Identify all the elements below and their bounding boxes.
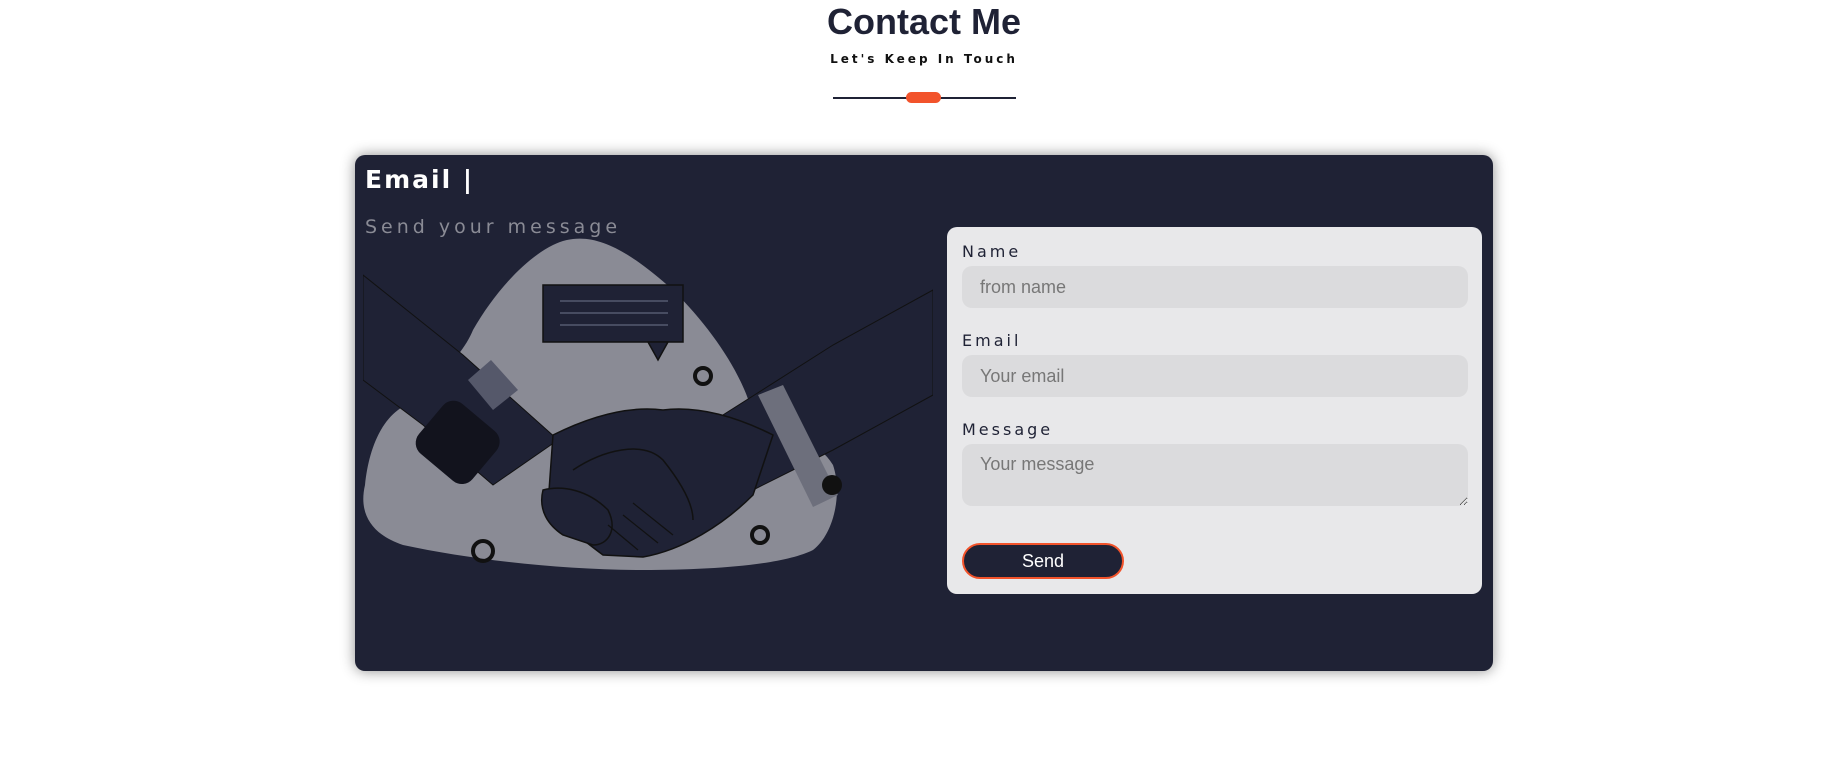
message-field[interactable]: [962, 444, 1468, 506]
send-button[interactable]: Send: [962, 543, 1124, 579]
card-title: Email |: [365, 165, 474, 194]
name-label: Name: [962, 242, 1022, 261]
contact-form: Name Email Message Send: [947, 227, 1482, 594]
page-title: Contact Me: [826, 1, 1021, 42]
email-field[interactable]: [962, 355, 1468, 397]
title-divider: [833, 91, 1016, 103]
divider-accent: [906, 92, 941, 103]
name-field[interactable]: [962, 266, 1468, 308]
message-label: Message: [962, 420, 1054, 439]
contact-card: Email | Send your message Name from name…: [355, 155, 1493, 671]
handshake-illustration: [363, 238, 933, 570]
email-label: Email: [962, 331, 1022, 350]
page-subtitle: Let's Keep In Touch: [830, 52, 1018, 66]
